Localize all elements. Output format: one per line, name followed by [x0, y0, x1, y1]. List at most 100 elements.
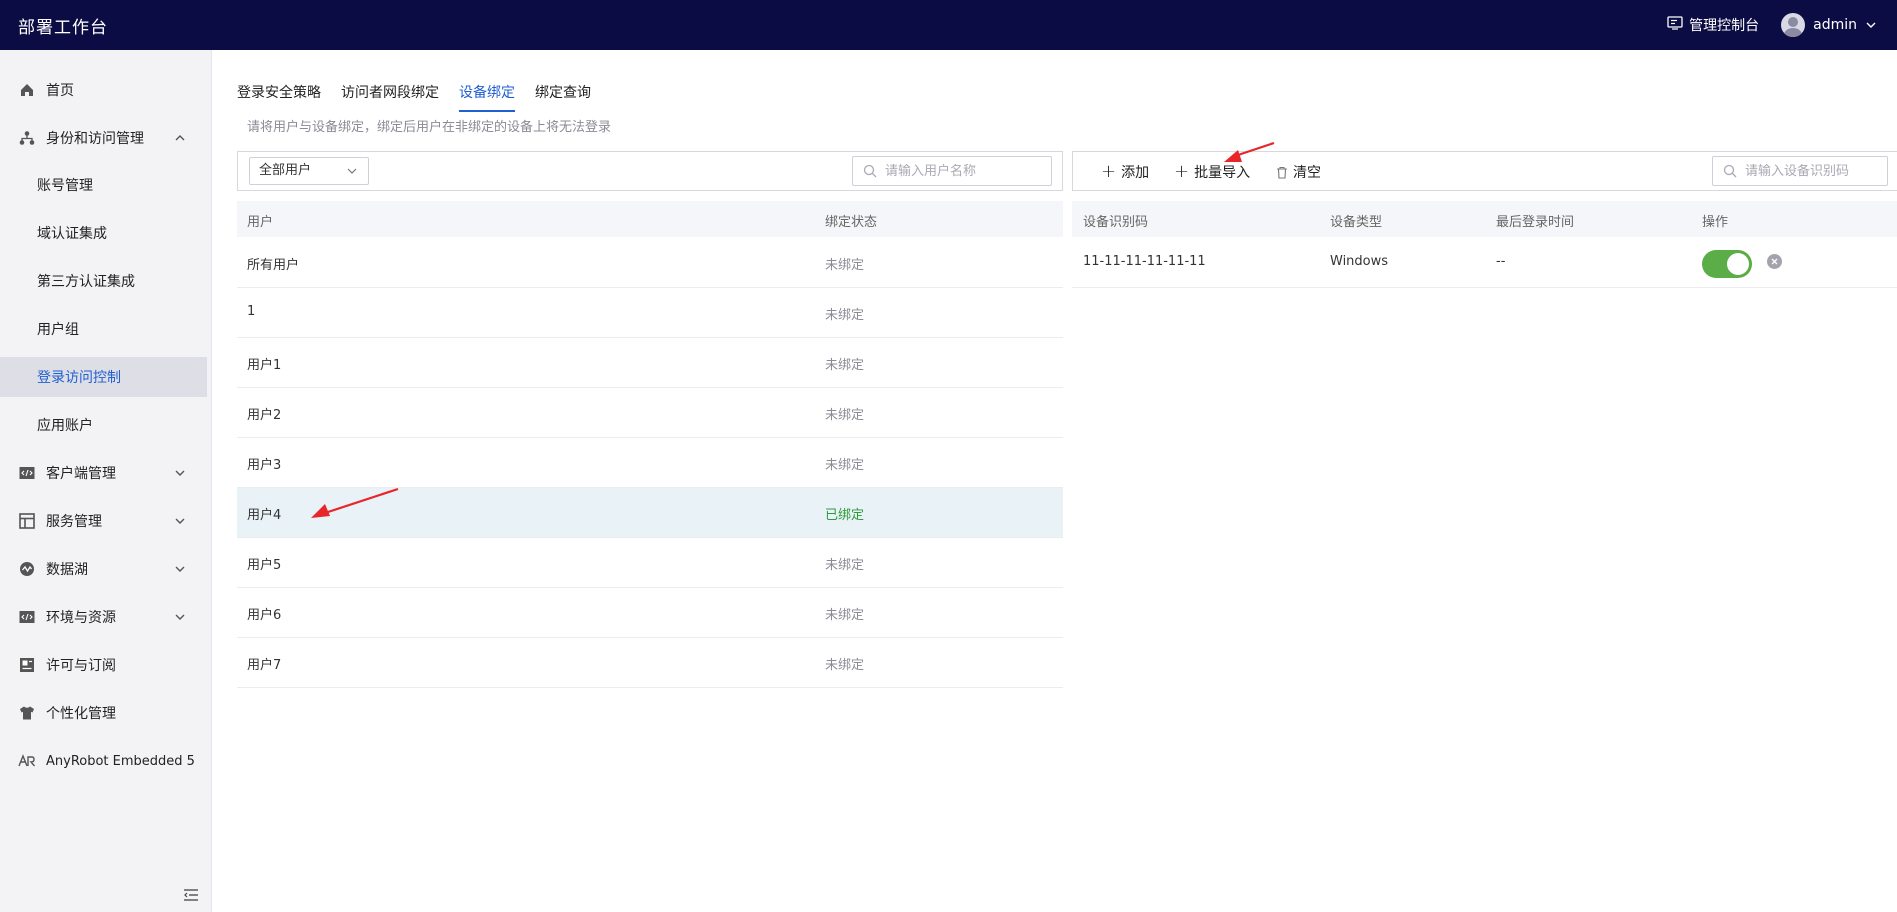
sidebar-item-service-management[interactable]: 服务管理	[0, 501, 207, 541]
column-header-device-id: 设备识别码	[1083, 215, 1149, 230]
binding-status: 未绑定	[825, 258, 865, 273]
table-row[interactable]: 用户2 未绑定	[237, 388, 1063, 438]
tab-login-security-policy[interactable]: 登录安全策略	[237, 80, 321, 112]
chevron-down-icon	[175, 470, 185, 476]
binding-status: 未绑定	[825, 658, 865, 673]
user-name: 用户7	[247, 658, 282, 673]
binding-status: 未绑定	[825, 558, 865, 573]
sidebar: 首页 身份和访问管理 账号管理 域认证集成 第三方认证集成 用户组 登录访问控制…	[0, 50, 212, 912]
user-name: 用户2	[247, 408, 282, 423]
plus-icon: +	[1174, 161, 1190, 182]
user-name: 用户6	[247, 608, 282, 623]
license-icon	[18, 656, 36, 674]
sidebar-item-accounts[interactable]: 账号管理	[0, 165, 207, 205]
device-enable-toggle[interactable]	[1702, 250, 1752, 278]
collapse-sidebar-icon[interactable]	[183, 888, 201, 906]
add-device-button[interactable]: + 添加	[1101, 162, 1149, 182]
top-header: 部署工作台 管理控制台 admin	[0, 0, 1897, 50]
user-search-field[interactable]	[885, 163, 1051, 179]
search-icon	[863, 164, 877, 178]
sidebar-item-app-accounts[interactable]: 应用账户	[0, 405, 207, 445]
hint-text: 请将用户与设备绑定，绑定后用户在非绑定的设备上将无法登录	[247, 120, 612, 135]
device-search-field[interactable]	[1745, 163, 1887, 179]
table-row[interactable]: 用户1 未绑定	[237, 338, 1063, 388]
wave-icon	[18, 560, 36, 578]
sidebar-item-personalization[interactable]: 个性化管理	[0, 693, 207, 733]
sidebar-item-label: 个性化管理	[46, 706, 116, 722]
user-name: 用户4	[247, 508, 282, 523]
chevron-down-icon	[175, 614, 185, 620]
sidebar-item-label: 身份和访问管理	[46, 131, 144, 147]
management-console-link[interactable]: 管理控制台	[1667, 15, 1759, 35]
table-row[interactable]: 用户3 未绑定	[237, 438, 1063, 488]
binding-status: 未绑定	[825, 358, 865, 373]
chevron-up-icon	[175, 135, 185, 141]
user-name: 用户5	[247, 558, 282, 573]
chevron-down-icon	[1866, 22, 1876, 28]
sidebar-item-label: 服务管理	[46, 514, 102, 530]
user-menu[interactable]: admin	[1781, 13, 1877, 37]
table-row[interactable]: 用户6 未绑定	[237, 588, 1063, 638]
sidebar-item-label: 首页	[46, 83, 74, 99]
user-search-input[interactable]	[852, 156, 1052, 186]
table-row[interactable]: 所有用户 未绑定	[237, 238, 1063, 288]
sidebar-item-data-lake[interactable]: 数据湖	[0, 549, 207, 589]
tab-bar: 登录安全策略 访问者网段绑定 设备绑定 绑定查询	[237, 80, 591, 112]
avatar	[1781, 13, 1806, 37]
sidebar-item-label: AnyRobot Embedded 5	[46, 753, 195, 769]
org-icon	[18, 129, 36, 147]
sidebar-item-client-management[interactable]: 客户端管理	[0, 453, 207, 493]
sidebar-item-login-access-control[interactable]: 登录访问控制	[0, 357, 207, 397]
plus-icon: +	[1101, 161, 1117, 182]
shirt-icon	[18, 704, 36, 722]
table-row-selected[interactable]: 用户4 已绑定	[237, 488, 1063, 538]
sidebar-item-label: 许可与订阅	[46, 658, 116, 674]
column-header-actions: 操作	[1702, 215, 1729, 230]
tab-device-binding[interactable]: 设备绑定	[459, 80, 515, 112]
column-header-device-type: 设备类型	[1330, 215, 1383, 230]
chevron-down-icon	[347, 168, 357, 174]
console-icon	[1667, 16, 1683, 34]
user-name: 1	[247, 304, 256, 319]
sidebar-item-user-groups[interactable]: 用户组	[0, 309, 207, 349]
table-row[interactable]: 1 未绑定	[237, 288, 1063, 338]
sidebar-item-label: 数据湖	[46, 562, 88, 578]
table-row[interactable]: 用户7 未绑定	[237, 638, 1063, 688]
app-title: 部署工作台	[18, 17, 108, 38]
layout-icon	[18, 512, 36, 530]
search-icon	[1723, 164, 1737, 178]
toggle-knob	[1727, 253, 1749, 275]
tab-binding-query[interactable]: 绑定查询	[535, 80, 591, 112]
code-icon	[18, 608, 36, 626]
tab-visitor-segment-binding[interactable]: 访问者网段绑定	[341, 80, 439, 112]
sidebar-item-iam[interactable]: 身份和访问管理	[0, 118, 207, 158]
sidebar-item-env-resources[interactable]: 环境与资源	[0, 597, 207, 637]
chevron-down-icon	[175, 518, 185, 524]
binding-status: 未绑定	[825, 458, 865, 473]
column-header-binding-status: 绑定状态	[825, 215, 878, 230]
anyrobot-logo-icon	[18, 752, 36, 770]
sidebar-item-home[interactable]: 首页	[0, 70, 207, 110]
clear-button[interactable]: 清空	[1276, 162, 1321, 182]
code-icon	[18, 464, 36, 482]
batch-import-button[interactable]: + 批量导入	[1174, 162, 1250, 182]
binding-status: 未绑定	[825, 608, 865, 623]
user-toolbar: 全部用户	[237, 151, 1063, 191]
binding-status: 未绑定	[825, 308, 865, 323]
sidebar-item-label: 客户端管理	[46, 466, 116, 482]
sidebar-item-third-party-auth[interactable]: 第三方认证集成	[0, 261, 207, 301]
device-toolbar: + 添加 + 批量导入 清空	[1072, 151, 1897, 191]
user-name: 用户3	[247, 458, 282, 473]
user-name: 所有用户	[247, 258, 300, 273]
sidebar-item-domain-auth[interactable]: 域认证集成	[0, 213, 207, 253]
table-row[interactable]: 用户5 未绑定	[237, 538, 1063, 588]
device-search-input[interactable]	[1712, 156, 1888, 186]
user-table-header: 用户 绑定状态	[237, 201, 1063, 237]
home-icon	[18, 81, 36, 99]
column-header-user: 用户	[247, 215, 274, 230]
sidebar-item-anyrobot[interactable]: AnyRobot Embedded 5	[0, 741, 207, 781]
clear-label: 清空	[1293, 165, 1321, 181]
user-filter-select[interactable]: 全部用户	[249, 157, 369, 185]
remove-device-icon[interactable]	[1767, 254, 1782, 269]
sidebar-item-license[interactable]: 许可与订阅	[0, 645, 207, 685]
